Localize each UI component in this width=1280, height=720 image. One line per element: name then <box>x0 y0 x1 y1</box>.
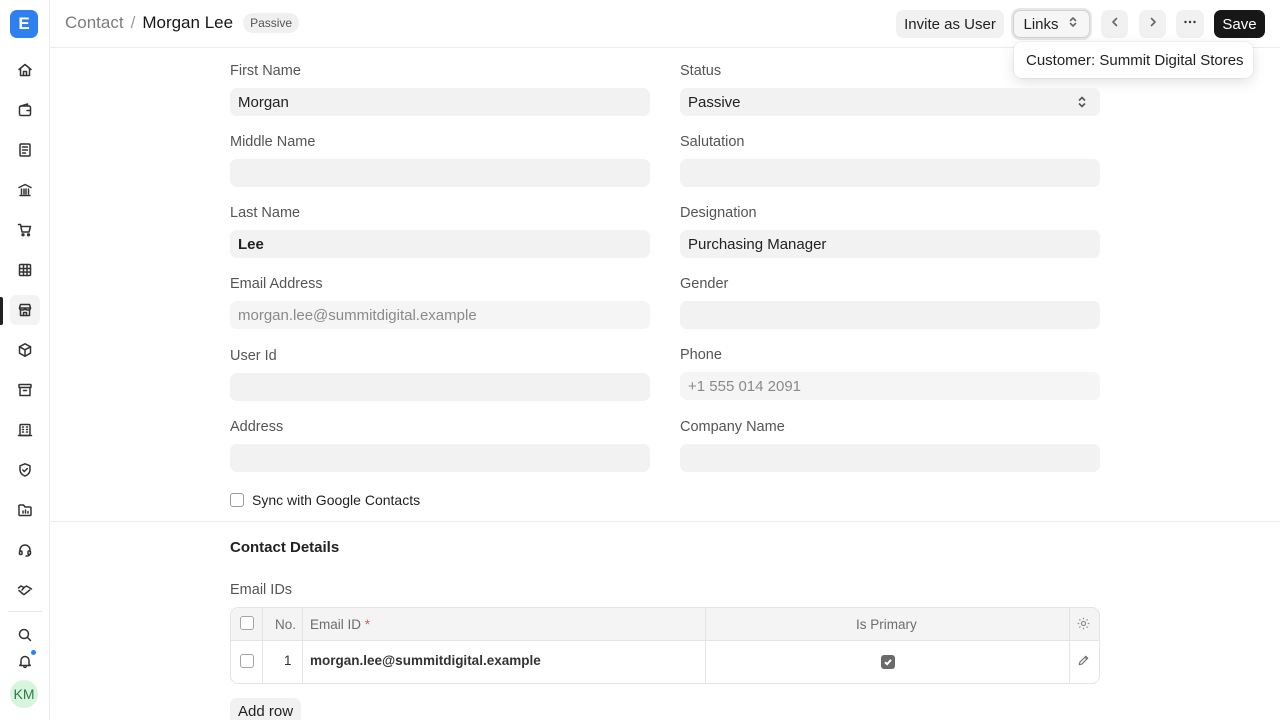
table-icon[interactable] <box>10 255 40 285</box>
email-ids-table: No. Email ID * Is Primary 1 morgan.lee@s… <box>230 607 1100 684</box>
contact-details-heading: Contact Details <box>230 539 340 556</box>
middle-name-label: Middle Name <box>230 134 316 150</box>
status-label: Status <box>680 63 722 79</box>
active-indicator <box>0 297 3 325</box>
salutation-field[interactable] <box>680 159 1100 187</box>
store-icon[interactable] <box>10 295 40 325</box>
phone-label: Phone <box>680 347 722 363</box>
links-dropdown-item[interactable]: Customer: Summit Digital Stores <box>1026 52 1244 69</box>
breadcrumb-parent-link[interactable]: Contact <box>65 13 124 33</box>
salutation-label: Salutation <box>680 134 745 150</box>
home-icon[interactable] <box>10 55 40 85</box>
page-header: Contact / Morgan Lee Passive Invite as U… <box>50 0 1280 48</box>
wallet-icon[interactable] <box>10 95 40 125</box>
status-select[interactable]: Passive <box>680 88 1100 116</box>
last-name-label: Last Name <box>230 205 301 221</box>
shield-icon[interactable] <box>10 455 40 485</box>
sync-google-contacts-checkbox[interactable] <box>230 493 244 507</box>
chevron-updown-icon <box>1066 15 1080 33</box>
column-divider <box>1069 608 1070 683</box>
invite-as-user-label: Invite as User <box>904 15 996 33</box>
folder-icon[interactable] <box>10 495 40 525</box>
ellipsis-icon <box>1183 15 1197 33</box>
status-select-value: Passive <box>688 93 741 111</box>
column-header-email-id: Email ID * <box>310 617 370 632</box>
company-name-field[interactable] <box>680 444 1100 472</box>
cart-icon[interactable] <box>10 215 40 245</box>
invite-as-user-button[interactable]: Invite as User <box>896 10 1004 38</box>
required-marker: * <box>364 617 371 632</box>
is-primary-checkbox[interactable] <box>881 655 895 669</box>
add-row-button[interactable]: Add row <box>230 698 302 720</box>
invoice-icon[interactable] <box>10 135 40 165</box>
row-select-checkbox[interactable] <box>240 654 254 668</box>
breadcrumb: Contact / Morgan Lee Passive <box>65 13 300 33</box>
next-record-button[interactable] <box>1139 10 1166 38</box>
email-ids-label: Email IDs <box>230 582 293 598</box>
first-name-field[interactable]: Morgan <box>230 88 650 116</box>
bell-icon[interactable] <box>10 646 40 676</box>
phone-field: +1 555 014 2091 <box>680 372 1100 400</box>
company-name-label: Company Name <box>680 419 785 435</box>
select-all-checkbox[interactable] <box>240 616 254 630</box>
middle-name-field[interactable] <box>230 159 650 187</box>
gear-icon[interactable] <box>1076 616 1091 634</box>
save-button[interactable]: Save <box>1214 10 1265 38</box>
headset-icon[interactable] <box>10 535 40 565</box>
contact-form-app: E KM Contact / Morgan Lee Passive Invite… <box>0 0 1280 720</box>
column-divider <box>705 608 706 683</box>
save-label: Save <box>1222 15 1257 33</box>
column-header-no: No. <box>275 617 297 632</box>
page-title: Morgan Lee <box>142 13 234 32</box>
chevron-updown-icon <box>1076 95 1088 113</box>
column-header-email-id-label: Email ID <box>310 617 362 632</box>
address-label: Address <box>230 419 284 435</box>
last-name-field[interactable]: Lee <box>230 230 650 258</box>
notification-dot <box>30 649 37 656</box>
sidebar: E KM <box>0 0 50 720</box>
app-logo[interactable]: E <box>10 10 38 38</box>
designation-field[interactable]: Purchasing Manager <box>680 230 1100 258</box>
chevron-right-icon <box>1146 15 1160 33</box>
add-row-label: Add row <box>238 702 294 720</box>
user-id-label: User Id <box>230 348 277 364</box>
more-options-button[interactable] <box>1176 10 1204 38</box>
gender-field[interactable] <box>680 301 1100 329</box>
sync-google-contacts-label: Sync with Google Contacts <box>252 492 421 508</box>
package-icon[interactable] <box>10 335 40 365</box>
column-header-is-primary: Is Primary <box>856 617 917 632</box>
edit-pencil-icon[interactable] <box>1077 654 1090 670</box>
designation-label: Designation <box>680 205 757 221</box>
links-button[interactable]: Links <box>1013 10 1090 38</box>
address-field[interactable] <box>230 444 650 472</box>
archive-icon[interactable] <box>10 375 40 405</box>
first-name-label: First Name <box>230 63 301 79</box>
user-id-field[interactable] <box>230 373 650 401</box>
previous-record-button[interactable] <box>1101 10 1128 38</box>
breadcrumb-separator: / <box>130 13 136 32</box>
bank-icon[interactable] <box>10 175 40 205</box>
building-icon[interactable] <box>10 415 40 445</box>
links-dropdown-menu: Customer: Summit Digital Stores <box>1014 42 1253 78</box>
section-divider <box>50 521 1280 522</box>
email-address-field: morgan.lee@summitdigital.example <box>230 301 650 329</box>
handshake-icon[interactable] <box>10 575 40 605</box>
email-address-label: Email Address <box>230 276 323 292</box>
row-number: 1 <box>284 653 292 668</box>
column-divider <box>262 608 263 683</box>
row-email-id[interactable]: morgan.lee@summitdigital.example <box>310 653 541 668</box>
links-label: Links <box>1023 15 1059 33</box>
sidebar-divider <box>8 611 42 612</box>
gender-label: Gender <box>680 276 729 292</box>
column-divider <box>302 608 303 683</box>
chevron-left-icon <box>1108 15 1122 33</box>
status-badge: Passive <box>243 13 300 33</box>
avatar[interactable]: KM <box>10 680 38 708</box>
